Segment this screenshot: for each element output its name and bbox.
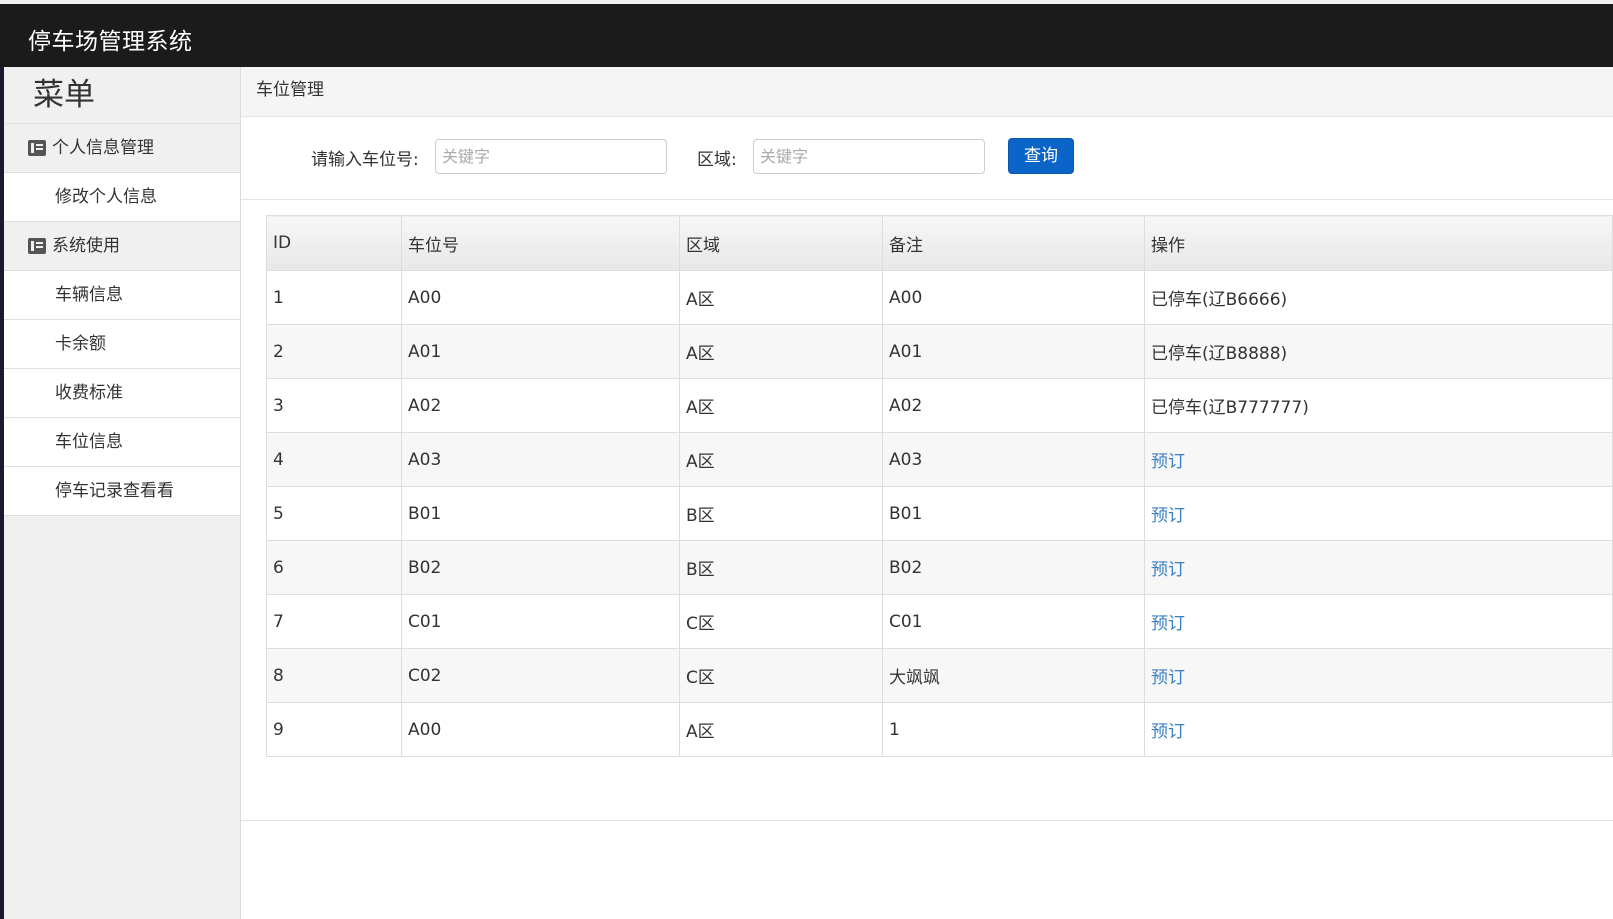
column-header-action: 操作 [1144, 215, 1613, 271]
cell-area: A区 [679, 702, 883, 757]
reserve-link[interactable]: 预订 [1151, 560, 1185, 580]
cell-space: A00 [401, 270, 680, 325]
cell-action: 预订 [1144, 594, 1613, 649]
parked-status: 已停车(辽B777777) [1151, 398, 1309, 418]
search-button[interactable]: 查询 [1008, 138, 1074, 174]
table-row: 4 A03 A区 A03 预订 [266, 432, 1613, 487]
table-row: 9 A00 A区 1 预订 [266, 702, 1613, 757]
parking-space-table: ID 车位号 区域 备注 操作 1 A00 A区 A00 已停车(辽B6666) 2 A01… [266, 215, 1613, 757]
search-form: 请输入车位号: 区域: 查询 [241, 117, 1613, 200]
sidebar-item-fees[interactable]: 收费标准 [4, 369, 240, 418]
sidebar-item-parking-records[interactable]: 停车记录查看看 [4, 467, 240, 516]
column-header-space: 车位号 [401, 215, 680, 271]
cell-area: B区 [679, 486, 883, 541]
breadcrumb: 车位管理 [241, 67, 1613, 117]
table-row: 8 C02 C区 大飒飒 预订 [266, 648, 1613, 703]
cell-space: B01 [401, 486, 680, 541]
cell-area: C区 [679, 594, 883, 649]
menu-title: 菜单 [4, 67, 240, 124]
reserve-link[interactable]: 预订 [1151, 722, 1185, 742]
parked-status: 已停车(辽B8888) [1151, 344, 1288, 364]
divider [241, 820, 1613, 821]
parked-status: 已停车(辽B6666) [1151, 290, 1288, 310]
column-header-area: 区域 [679, 215, 883, 271]
column-header-id: ID [266, 215, 402, 271]
cell-action: 预订 [1144, 486, 1613, 541]
area-label: 区域: [697, 150, 737, 170]
table-row: 6 B02 B区 B02 预订 [266, 540, 1613, 595]
cell-space: A01 [401, 324, 680, 379]
cell-area: A区 [679, 270, 883, 325]
cell-id: 8 [266, 648, 402, 703]
cell-action: 预订 [1144, 702, 1613, 757]
main-content: 车位管理 请输入车位号: 区域: 查询 ID 车位号 区域 备注 操作 1A00… [241, 67, 1613, 919]
cell-note: B02 [882, 540, 1145, 595]
cell-action: 已停车(辽B8888) [1144, 324, 1613, 379]
top-navbar: 停车场管理系统 [0, 0, 1613, 67]
cell-action: 预订 [1144, 648, 1613, 703]
cell-action: 预订 [1144, 540, 1613, 595]
sidebar-group-system[interactable]: 系统使用 [4, 222, 240, 271]
sidebar: 菜单 个人信息管理 修改个人信息 系统使用 车辆信息 卡余额 收费标准 车位信息… [4, 67, 241, 919]
cell-note: A01 [882, 324, 1145, 379]
cell-id: 3 [266, 378, 402, 433]
cell-id: 6 [266, 540, 402, 595]
cell-id: 7 [266, 594, 402, 649]
cell-action: 预订 [1144, 432, 1613, 487]
space-number-label: 请输入车位号: [311, 150, 419, 170]
sidebar-item-edit-profile[interactable]: 修改个人信息 [4, 173, 240, 222]
table-body: 1 A00 A区 A00 已停车(辽B6666) 2 A01 A区 A01 已停车(辽B8888)… [266, 270, 1613, 757]
sidebar-group-label: 个人信息管理 [52, 138, 154, 158]
cell-space: C01 [401, 594, 680, 649]
reserve-link[interactable]: 预订 [1151, 452, 1185, 472]
table-row: 2 A01 A区 A01 已停车(辽B8888) [266, 324, 1613, 379]
sidebar-group-personal[interactable]: 个人信息管理 [4, 124, 240, 173]
space-number-input[interactable] [435, 139, 667, 174]
cell-note: A02 [882, 378, 1145, 433]
cell-space: A02 [401, 378, 680, 433]
app-title[interactable]: 停车场管理系统 [28, 22, 193, 56]
cell-note: A00 [882, 270, 1145, 325]
cell-area: B区 [679, 540, 883, 595]
list-icon [28, 140, 46, 156]
area-input[interactable] [753, 139, 985, 174]
reserve-link[interactable]: 预订 [1151, 506, 1185, 526]
sidebar-item-vehicles[interactable]: 车辆信息 [4, 271, 240, 320]
table-row: 5 B01 B区 B01 预订 [266, 486, 1613, 541]
list-icon [28, 238, 46, 254]
cell-area: A区 [679, 378, 883, 433]
cell-id: 5 [266, 486, 402, 541]
table-row: 7 C01 C区 C01 预订 [266, 594, 1613, 649]
cell-id: 1 [266, 270, 402, 325]
table-header-row: ID 车位号 区域 备注 操作 [266, 215, 1613, 271]
cell-id: 4 [266, 432, 402, 487]
cell-space: B02 [401, 540, 680, 595]
cell-space: A00 [401, 702, 680, 757]
cell-id: 9 [266, 702, 402, 757]
cell-action: 已停车(辽B777777) [1144, 378, 1613, 433]
sidebar-item-spaces[interactable]: 车位信息 [4, 418, 240, 467]
sidebar-item-card-balance[interactable]: 卡余额 [4, 320, 240, 369]
cell-area: C区 [679, 648, 883, 703]
cell-id: 2 [266, 324, 402, 379]
reserve-link[interactable]: 预订 [1151, 614, 1185, 634]
cell-note: C01 [882, 594, 1145, 649]
column-header-note: 备注 [882, 215, 1145, 271]
cell-note: 1 [882, 702, 1145, 757]
cell-note: 大飒飒 [882, 648, 1145, 703]
cell-note: A03 [882, 432, 1145, 487]
cell-action: 已停车(辽B6666) [1144, 270, 1613, 325]
cell-note: B01 [882, 486, 1145, 541]
table-row: 3 A02 A区 A02 已停车(辽B777777) [266, 378, 1613, 433]
sidebar-group-label: 系统使用 [52, 236, 120, 256]
cell-space: A03 [401, 432, 680, 487]
cell-area: A区 [679, 324, 883, 379]
cell-space: C02 [401, 648, 680, 703]
table-row: 1 A00 A区 A00 已停车(辽B6666) [266, 270, 1613, 325]
cell-area: A区 [679, 432, 883, 487]
reserve-link[interactable]: 预订 [1151, 668, 1185, 688]
